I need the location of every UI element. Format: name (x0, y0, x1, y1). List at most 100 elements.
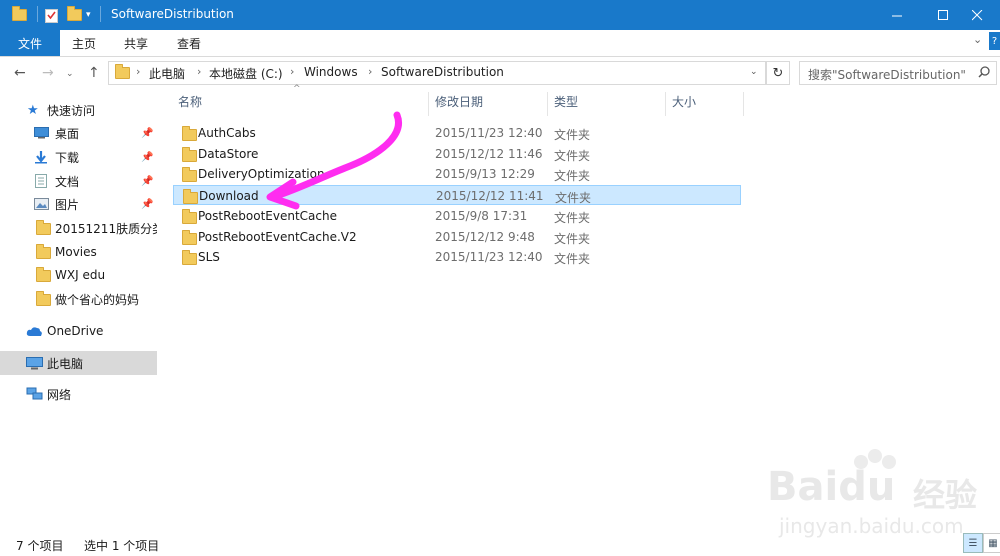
file-date: 2015/9/8 17:31 (435, 209, 528, 223)
file-date: 2015/9/13 12:29 (435, 167, 535, 181)
column-divider[interactable] (665, 92, 666, 116)
search-input[interactable]: 搜索"SoftwareDistribution" (799, 61, 997, 85)
address-dropdown-icon[interactable]: ⌄ (750, 67, 758, 77)
chevron-right-icon[interactable]: › (368, 65, 372, 78)
pin-icon[interactable]: 📌 (141, 128, 153, 139)
sidebar-item-network[interactable]: 网络 (0, 383, 157, 405)
close-icon[interactable] (954, 0, 1000, 30)
file-name[interactable]: DataStore (198, 147, 258, 161)
column-header-size[interactable]: 大小 (672, 93, 696, 110)
network-icon (26, 387, 43, 401)
ribbon: 文件 主页 共享 查看 ⌄ ? (0, 30, 1000, 57)
column-divider[interactable] (547, 92, 548, 116)
file-name[interactable]: PostRebootEventCache.V2 (198, 230, 357, 244)
chevron-right-icon[interactable]: › (136, 65, 140, 78)
chevron-right-icon[interactable]: › (197, 65, 201, 78)
sidebar-item-downloads[interactable]: 下载 📌 (0, 146, 157, 168)
back-icon[interactable]: ← (14, 65, 26, 81)
sidebar-item-label: OneDrive (47, 324, 104, 338)
sidebar-item-label: 快速访问 (47, 103, 96, 118)
file-row[interactable]: SLS 2015/11/23 12:40 文件夹 (173, 247, 741, 267)
sidebar-item-documents[interactable]: 文档 📌 (0, 170, 157, 192)
ribbon-expand-icon[interactable]: ⌄ (973, 33, 982, 46)
tab-view[interactable]: 查看 (177, 35, 201, 52)
pin-icon[interactable]: 📌 (141, 176, 153, 187)
forward-icon[interactable]: → (42, 65, 54, 81)
address-bar[interactable]: › 此电脑 › 本地磁盘 (C:) › Windows › SoftwareDi… (108, 61, 766, 85)
title-bar: ▾ SoftwareDistribution (0, 0, 1000, 30)
cloud-icon (26, 326, 43, 337)
chevron-right-icon[interactable]: › (290, 65, 294, 78)
annotation-arrow (266, 111, 402, 210)
folder-icon (182, 167, 197, 185)
up-icon[interactable]: ↑ (88, 65, 100, 81)
tab-file[interactable]: 文件 (0, 30, 60, 56)
sidebar-item-folder[interactable]: 做个省心的妈妈 (0, 288, 157, 310)
file-date: 2015/11/23 12:40 (435, 126, 543, 140)
column-header-name[interactable]: 名称 (178, 93, 202, 110)
breadcrumb-windows[interactable]: Windows (304, 65, 358, 79)
sidebar-item-this-pc[interactable]: 此电脑 (0, 351, 157, 375)
sidebar-item-onedrive[interactable]: OneDrive (0, 320, 157, 342)
sidebar-item-label: 20151211肤质分类 (55, 221, 157, 236)
file-row[interactable]: DeliveryOptimization 2015/9/13 12:29 文件夹 (173, 164, 741, 184)
qat-dropdown-icon[interactable]: ▾ (86, 6, 91, 24)
search-placeholder: 搜索"SoftwareDistribution" (808, 68, 966, 82)
folder-icon (182, 126, 197, 144)
sidebar-item-folder[interactable]: WXJ edu (0, 264, 157, 286)
file-name[interactable]: SLS (198, 250, 220, 264)
properties-icon[interactable] (45, 6, 58, 24)
column-header-type[interactable]: 类型 (554, 93, 578, 110)
picture-icon (34, 198, 49, 210)
refresh-icon[interactable]: ↻ (766, 61, 790, 85)
breadcrumb-this-pc[interactable]: 此电脑 (149, 65, 185, 82)
sidebar-item-label: 下载 (55, 150, 80, 165)
column-header-date[interactable]: 修改日期 (435, 93, 483, 110)
address-folder-icon (115, 64, 130, 82)
window-title: SoftwareDistribution (111, 7, 234, 21)
pin-icon[interactable]: 📌 (141, 152, 153, 163)
sort-ascending-icon: ^ (293, 84, 301, 94)
file-date: 2015/11/23 12:40 (435, 250, 543, 264)
column-divider[interactable] (743, 92, 744, 116)
file-type: 文件夹 (554, 128, 591, 142)
sidebar-item-folder[interactable]: 20151211肤质分类 (0, 217, 157, 239)
folder-icon (182, 209, 197, 227)
file-row[interactable]: PostRebootEventCache 2015/9/8 17:31 文件夹 (173, 206, 741, 226)
document-icon (35, 174, 47, 188)
file-name[interactable]: PostRebootEventCache (198, 209, 337, 223)
sidebar-item-pictures[interactable]: 图片 📌 (0, 193, 157, 215)
file-row[interactable]: Download 2015/12/12 11:41 文件夹 (173, 185, 741, 205)
help-icon[interactable]: ? (989, 32, 1000, 50)
app-folder-icon (12, 6, 27, 24)
star-icon: ★ (27, 102, 39, 118)
file-row[interactable]: PostRebootEventCache.V2 2015/12/12 9:48 文件… (173, 227, 741, 247)
breadcrumb-current[interactable]: SoftwareDistribution (381, 65, 504, 79)
watermark: Baidu 经验 jingyan.baidu.com (765, 448, 995, 547)
sidebar-item-label: 文档 (55, 174, 80, 189)
sidebar-item-label: 此电脑 (47, 356, 84, 371)
file-name[interactable]: AuthCabs (198, 126, 256, 140)
file-date: 2015/12/12 9:48 (435, 230, 535, 244)
minimize-icon[interactable] (874, 0, 920, 30)
search-icon[interactable] (978, 66, 990, 81)
file-row[interactable]: AuthCabs 2015/11/23 12:40 文件夹 (173, 123, 741, 143)
file-date: 2015/12/12 11:46 (435, 147, 543, 161)
sidebar-item-folder[interactable]: Movies (0, 241, 157, 263)
tab-share[interactable]: 共享 (124, 35, 148, 52)
sidebar-item-label: WXJ edu (55, 268, 106, 282)
sidebar-item-label: 桌面 (55, 126, 80, 141)
new-folder-icon[interactable] (67, 6, 82, 24)
breadcrumb-drive[interactable]: 本地磁盘 (C:) (209, 65, 283, 82)
file-type: 文件夹 (554, 252, 591, 266)
file-row[interactable]: DataStore 2015/12/12 11:46 文件夹 (173, 144, 741, 164)
desktop-icon (34, 127, 49, 139)
recent-locations-icon[interactable]: ⌄ (66, 69, 74, 79)
sidebar-item-quick-access[interactable]: ★ 快速访问 (0, 99, 157, 121)
sidebar-item-desktop[interactable]: 桌面 📌 (0, 122, 157, 144)
file-name[interactable]: Download (199, 189, 259, 203)
column-divider[interactable] (428, 92, 429, 116)
pin-icon[interactable]: 📌 (141, 199, 153, 210)
tab-home[interactable]: 主页 (72, 35, 96, 52)
folder-icon (183, 189, 198, 207)
